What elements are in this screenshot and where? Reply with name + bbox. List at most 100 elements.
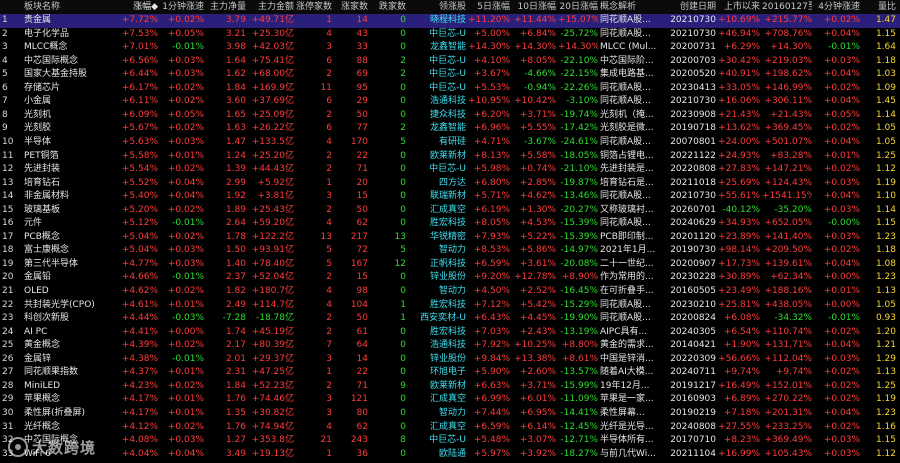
cell-lead-stock[interactable]: 智动力 xyxy=(410,285,466,299)
header-chg-20d[interactable]: 20日涨幅 xyxy=(558,0,598,14)
table-row[interactable]: 3 MLCC概念 +7.01% -0.01% 3.98 +42.03亿 3 33 0 龙鑫智能 +1… xyxy=(0,41,900,55)
cell-name[interactable]: PCB概念 xyxy=(24,231,116,245)
cell-lead-stock[interactable]: 四方达 xyxy=(410,177,466,191)
cell-name[interactable]: 金属锌 xyxy=(24,353,116,367)
cell-name[interactable]: 小金属 xyxy=(24,95,116,109)
table-row[interactable]: 30 柔性屏(折叠屏) +4.17% +0.01% 1.35 +30.82亿 3 80 0 智动力… xyxy=(0,407,900,421)
cell-lead-stock[interactable]: 龙鑫智能 xyxy=(410,41,466,55)
cell-lead-stock[interactable]: 中巨芯-U xyxy=(410,55,466,69)
cell-lead-stock[interactable]: 有研硅 xyxy=(410,136,466,150)
header-since-2016[interactable]: 20160127至今 xyxy=(762,0,812,14)
table-row[interactable]: 22 共封装光学(CPO) +4.61% +0.01% 2.49 +114.7亿 4 104 1… xyxy=(0,299,900,313)
cell-name[interactable]: 共封装光学(CPO) xyxy=(24,299,116,313)
cell-name[interactable]: 光纤概念 xyxy=(24,421,116,435)
cell-name[interactable]: 第三代半导体 xyxy=(24,258,116,272)
cell-name[interactable]: 贵金属 xyxy=(24,14,116,28)
table-row[interactable]: 25 黄金概念 +4.39% +0.02% 2.17 +80.39亿 7 64 0 浩通科技 +7.… xyxy=(0,339,900,353)
table-row[interactable]: 32 中芯国际概念 +4.08% +0.03% 1.27 +353.8亿 21 243 8 中巨芯… xyxy=(0,434,900,448)
cell-lead-stock[interactable]: 锌业股份 xyxy=(410,353,466,367)
table-row[interactable]: 17 PCB概念 +5.04% +0.02% 1.78 +122.2亿 13 217 13 华锐精… xyxy=(0,231,900,245)
cell-name[interactable]: PET铜箔 xyxy=(24,150,116,164)
cell-lead-stock[interactable]: 汇成真空 xyxy=(410,204,466,218)
cell-name[interactable]: MLCC概念 xyxy=(24,41,116,55)
table-row[interactable]: 7 小金属 +6.11% +0.02% 3.60 +37.69亿 6 29 0 浩通科技 +10.9… xyxy=(0,95,900,109)
table-row[interactable]: 24 AI PC +4.41% +0.00% 1.74 +45.19亿 2 61 0 胜宏科技 +7… xyxy=(0,326,900,340)
table-row[interactable]: 1 贵金属 +7.72% +0.02% 3.79 +49.71亿 1 14 0 晓程科技 +11.2… xyxy=(0,14,900,28)
cell-name[interactable]: 同花顺果指数 xyxy=(24,366,116,380)
header-speed-1m[interactable]: 1分钟涨速 xyxy=(160,0,204,14)
cell-lead-stock[interactable]: 浩通科技 xyxy=(410,339,466,353)
table-row[interactable]: 5 国家大基金持股 +6.44% +0.03% 1.62 +68.00亿 2 69 2 中巨芯-U… xyxy=(0,68,900,82)
table-row[interactable]: 15 玻璃基板 +5.20% +0.02% 1.89 +25.43亿 2 50 0 汇成真空 +6.… xyxy=(0,204,900,218)
table-row[interactable]: 18 富士康概念 +5.04% +0.03% 1.50 +93.91亿 5 72 5 智动力 +8.… xyxy=(0,244,900,258)
cell-lead-stock[interactable]: 浩通科技 xyxy=(410,95,466,109)
header-name[interactable]: 板块名称 xyxy=(24,0,116,14)
cell-lead-stock[interactable]: 智动力 xyxy=(410,407,466,421)
table-row[interactable]: 19 第三代半导体 +4.77% +0.03% 1.40 +78.40亿 5 167 12 正帆科… xyxy=(0,258,900,272)
cell-lead-stock[interactable]: 欧陆通 xyxy=(410,448,466,462)
table-row[interactable]: 10 半导体 +5.63% +0.03% 1.47 +133.5亿 4 170 5 有研硅 +4.7… xyxy=(0,136,900,150)
table-row[interactable]: 29 苹果概念 +4.17% +0.01% 1.76 +74.46亿 3 121 0 汇成真空 +6… xyxy=(0,393,900,407)
cell-lead-stock[interactable]: 中巨芯-U xyxy=(410,163,466,177)
cell-name[interactable]: 非金属材料 xyxy=(24,190,116,204)
cell-lead-stock[interactable]: 锌业股份 xyxy=(410,271,466,285)
table-row[interactable]: 9 光刻胶 +5.67% +0.02% 1.63 +26.22亿 6 77 2 龙鑫智能 +6.96… xyxy=(0,122,900,136)
cell-name[interactable]: OLED xyxy=(24,285,116,299)
cell-lead-stock[interactable]: 中巨芯-U xyxy=(410,82,466,96)
table-row[interactable]: 11 PET铜箔 +5.58% +0.01% 1.24 +25.20亿 2 22 0 欧莱新材 +8… xyxy=(0,150,900,164)
header-created[interactable]: 创建日期 xyxy=(670,0,716,14)
header-lead-stock[interactable]: 领涨股 xyxy=(410,0,466,14)
cell-lead-stock[interactable]: 汇成真空 xyxy=(410,421,466,435)
table-row[interactable]: 20 金属铅 +4.66% -0.01% 2.37 +52.04亿 2 15 0 锌业股份 +9.2… xyxy=(0,271,900,285)
cell-name[interactable]: 存储芯片 xyxy=(24,82,116,96)
cell-lead-stock[interactable]: 正帆科技 xyxy=(410,258,466,272)
cell-name[interactable]: 中芯国际概念 xyxy=(24,55,116,69)
header-chg-5d[interactable]: 5日涨幅 xyxy=(468,0,510,14)
cell-lead-stock[interactable]: 胜宏科技 xyxy=(410,299,466,313)
cell-lead-stock[interactable]: 中巨芯-U xyxy=(410,28,466,42)
cell-lead-stock[interactable]: 中巨芯-U xyxy=(410,68,466,82)
cell-name[interactable]: 玻璃基板 xyxy=(24,204,116,218)
table-row[interactable]: 21 OLED +4.62% +0.02% 1.82 +180.7亿 4 98 0 智动力 +4.5… xyxy=(0,285,900,299)
cell-name[interactable]: 柔性屏(折叠屏) xyxy=(24,407,116,421)
table-row[interactable]: 4 中芯国际概念 +6.56% +0.03% 1.64 +75.41亿 6 88 2 中巨芯-U +… xyxy=(0,55,900,69)
cell-name[interactable]: 先进封装 xyxy=(24,163,116,177)
cell-lead-stock[interactable]: 环旭电子 xyxy=(410,366,466,380)
cell-name[interactable]: 苹果概念 xyxy=(24,393,116,407)
table-row[interactable]: 8 光刻机 +6.09% +0.05% 1.65 +25.09亿 2 50 0 捷众科技 +6.20… xyxy=(0,109,900,123)
table-row[interactable]: 14 非金属材料 +5.40% +0.04% 1.92 +3.81亿 3 15 0 联瑞新材 +5.… xyxy=(0,190,900,204)
cell-lead-stock[interactable]: 联瑞新材 xyxy=(410,190,466,204)
table-row[interactable]: 33 WiFi 6 +4.04% +0.04% 3.49 +19.13亿 1 36 0 欧陆通 +5… xyxy=(0,448,900,462)
header-down-count[interactable]: 跌家数 xyxy=(370,0,406,14)
cell-name[interactable]: MiniLED xyxy=(24,380,116,394)
cell-lead-stock[interactable]: 西安奕材-U xyxy=(410,312,466,326)
cell-name[interactable]: 半导体 xyxy=(24,136,116,150)
cell-name[interactable]: 光刻机 xyxy=(24,109,116,123)
cell-lead-stock[interactable]: 胜宏科技 xyxy=(410,326,466,340)
cell-lead-stock[interactable]: 华锐精密 xyxy=(410,231,466,245)
cell-name[interactable]: 元件 xyxy=(24,217,116,231)
table-row[interactable]: 27 同花顺果指数 +4.37% +0.01% 2.31 +47.25亿 1 22 0 环旭电子 +… xyxy=(0,366,900,380)
cell-lead-stock[interactable]: 欧莱新材 xyxy=(410,150,466,164)
table-row[interactable]: 31 光纤概念 +4.12% +0.02% 1.76 +74.94亿 4 62 0 汇成真空 +6.… xyxy=(0,421,900,435)
cell-name[interactable]: 金属铅 xyxy=(24,271,116,285)
cell-lead-stock[interactable]: 欧莱新材 xyxy=(410,380,466,394)
cell-lead-stock[interactable]: 胜宏科技 xyxy=(410,217,466,231)
header-chg[interactable]: 涨幅◆ xyxy=(116,0,158,14)
table-row[interactable]: 2 电子化学品 +7.53% +0.05% 3.21 +25.30亿 4 43 0 中巨芯-U +5… xyxy=(0,28,900,42)
cell-name[interactable]: AI PC xyxy=(24,326,116,340)
cell-name[interactable]: 培育钻石 xyxy=(24,177,116,191)
table-row[interactable]: 6 存储芯片 +6.17% +0.02% 1.84 +169.9亿 11 95 0 中巨芯-U +5… xyxy=(0,82,900,96)
header-net-vol[interactable]: 主力净量 xyxy=(206,0,246,14)
table-row[interactable]: 28 MiniLED +4.23% +0.02% 1.84 +52.23亿 2 71 9 欧莱新材… xyxy=(0,380,900,394)
cell-name[interactable]: 科创次新股 xyxy=(24,312,116,326)
cell-name[interactable]: 电子化学品 xyxy=(24,28,116,42)
header-net-amt[interactable]: 主力金额 xyxy=(248,0,294,14)
header-up-count[interactable]: 涨家数 xyxy=(334,0,368,14)
header-since-list[interactable]: 上市以来 xyxy=(718,0,760,14)
table-row[interactable]: 16 元件 +5.12% -0.01% 2.64 +59.20亿 4 62 0 胜宏科技 +8.05… xyxy=(0,217,900,231)
cell-lead-stock[interactable]: 龙鑫智能 xyxy=(410,122,466,136)
table-row[interactable]: 12 先进封装 +5.54% +0.02% 1.39 +44.43亿 2 71 0 中巨芯-U +5… xyxy=(0,163,900,177)
cell-lead-stock[interactable]: 智动力 xyxy=(410,244,466,258)
header-speed-4m[interactable]: 4分钟涨速 xyxy=(814,0,860,14)
